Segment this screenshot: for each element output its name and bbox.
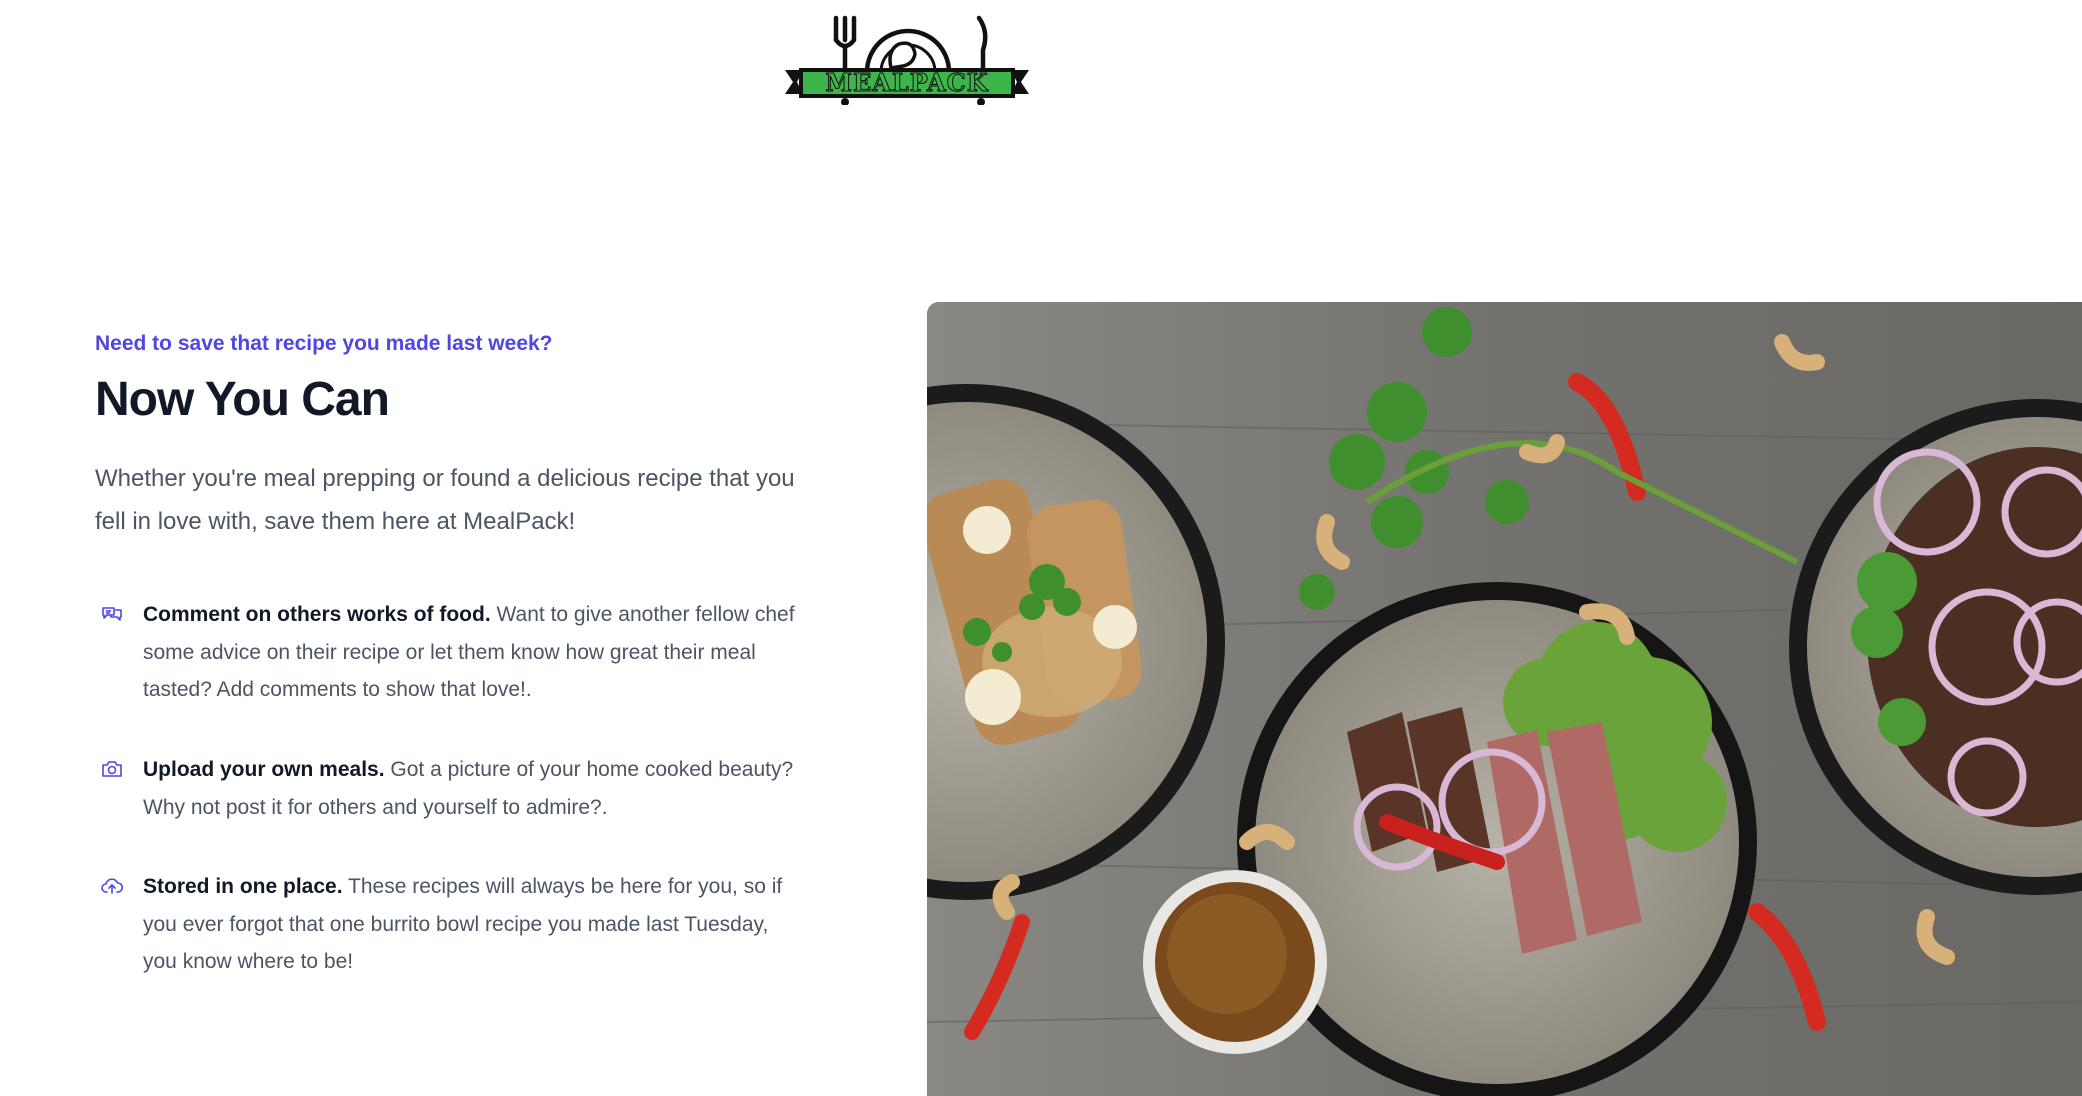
feature-stored-text: Stored in one place. These recipes will … xyxy=(143,868,795,981)
feature-upload-heading: Upload your own meals. xyxy=(143,758,385,781)
logo-wordmark: MEALPACK xyxy=(825,68,989,97)
feature-comment: Comment on others works of food. Want to… xyxy=(95,596,795,709)
cloud-upload-icon xyxy=(100,874,124,898)
hero-food-photo xyxy=(927,302,2082,1096)
chat-bubbles-icon xyxy=(100,602,124,626)
feature-comment-heading: Comment on others works of food. xyxy=(143,603,491,626)
feature-upload-text: Upload your own meals. Got a picture of … xyxy=(143,751,795,826)
hero-lead: Whether you're meal prepping or found a … xyxy=(95,465,795,535)
hero-eyebrow: Need to save that recipe you made last w… xyxy=(95,332,553,355)
feature-comment-text: Comment on others works of food. Want to… xyxy=(143,596,795,709)
camera-icon xyxy=(100,757,124,781)
feature-upload: Upload your own meals. Got a picture of … xyxy=(95,751,795,826)
hero-title: Now You Can xyxy=(95,373,390,426)
feature-stored-heading: Stored in one place. xyxy=(143,875,343,898)
mealpack-logo[interactable]: MEALPACK xyxy=(783,10,1031,106)
feature-stored: Stored in one place. These recipes will … xyxy=(95,868,795,981)
